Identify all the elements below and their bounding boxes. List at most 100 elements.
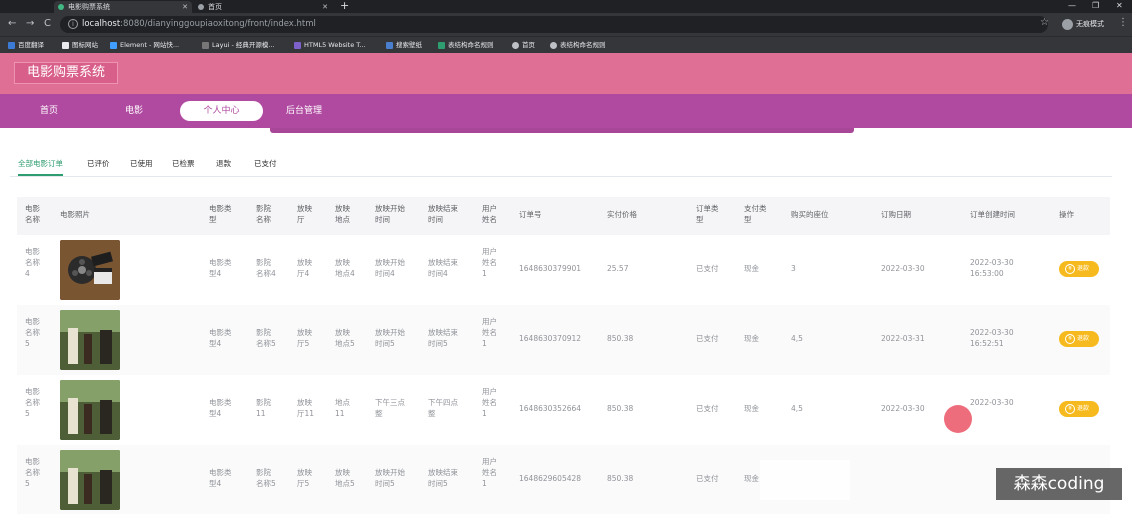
cell-price: 25.57 bbox=[607, 264, 629, 273]
cell-order-type: 已支付 bbox=[696, 404, 719, 413]
html5-icon bbox=[294, 42, 301, 49]
site-logo[interactable]: 电影购票系统 bbox=[14, 62, 119, 84]
nav-home[interactable]: 首页 bbox=[40, 94, 58, 128]
col-start: 放映开始 时间 bbox=[375, 204, 405, 224]
tab-checked[interactable]: 已检票 bbox=[172, 153, 195, 176]
col-price: 实付价格 bbox=[607, 210, 637, 219]
nav-movies[interactable]: 电影 bbox=[125, 94, 143, 128]
nav-admin[interactable]: 后台管理 bbox=[286, 94, 322, 128]
cell-hall: 放映 厅4 bbox=[297, 258, 312, 278]
cell-order-date: 2022-03-30 bbox=[881, 404, 925, 413]
refund-button[interactable]: ¥ 退款 bbox=[1059, 331, 1099, 347]
address-bar-row: ← → C i localhost:8080/dianyinggoupiaoxi… bbox=[0, 13, 1132, 36]
refund-icon: ¥ bbox=[1065, 404, 1075, 414]
sheet-icon bbox=[438, 42, 445, 49]
col-user: 用户 姓名 bbox=[482, 204, 497, 224]
cell-film-name: 电影 名称 5 bbox=[25, 317, 40, 348]
tab-paid[interactable]: 已支付 bbox=[254, 153, 277, 176]
profile-label: 无痕模式 bbox=[1076, 20, 1104, 28]
bookmark-item[interactable]: HTML5 Website T... bbox=[294, 37, 366, 54]
tab-reviewed[interactable]: 已评价 bbox=[87, 153, 110, 176]
bookmark-item[interactable]: 表结构命名规则 bbox=[550, 37, 606, 54]
col-hall: 放映 厅 bbox=[297, 204, 312, 224]
cell-film-type: 电影类 型4 bbox=[209, 258, 232, 278]
browser-tab-2[interactable]: 首页 ✕ bbox=[194, 1, 332, 13]
window-close-icon[interactable]: ✕ bbox=[1116, 0, 1123, 12]
col-film-type: 电影类 型 bbox=[209, 204, 232, 224]
incognito-profile[interactable]: 无痕模式 bbox=[1062, 18, 1104, 31]
cell-user: 用户 姓名 1 bbox=[482, 317, 497, 348]
cell-seat: 4,5 bbox=[791, 334, 803, 343]
bookmark-item[interactable]: Layui - 经典开源模... bbox=[202, 37, 275, 54]
film-photo[interactable] bbox=[60, 240, 120, 300]
incognito-icon bbox=[1062, 19, 1073, 30]
browser-tab-title: 首页 bbox=[208, 3, 222, 11]
browser-menu-icon[interactable]: ⋮ bbox=[1118, 17, 1128, 28]
minimize-icon[interactable]: — bbox=[1068, 0, 1076, 12]
back-icon[interactable]: ← bbox=[8, 18, 16, 30]
table-row[interactable]: 电影 名称 4 电影类 型4 影院 名称4 放映 厅4 放映 地点4 放映开始 … bbox=[17, 235, 1110, 305]
tab-used[interactable]: 已使用 bbox=[130, 153, 153, 176]
globe-icon bbox=[550, 42, 557, 49]
url-field[interactable]: i localhost:8080/dianyinggoupiaoxitong/f… bbox=[60, 16, 1048, 33]
cell-film-type: 电影类 型4 bbox=[209, 398, 232, 418]
col-created: 订单创建时间 bbox=[970, 210, 1015, 219]
cell-place: 放映 地点5 bbox=[335, 328, 355, 348]
cell-cinema: 影院 名称5 bbox=[256, 468, 276, 488]
close-icon[interactable]: ✕ bbox=[322, 1, 328, 13]
col-place: 放映 地点 bbox=[335, 204, 350, 224]
bookmark-item[interactable]: 表结构命名规则 bbox=[438, 37, 494, 54]
cell-start: 下午三点 整 bbox=[375, 398, 405, 418]
restore-icon[interactable]: ❐ bbox=[1092, 0, 1099, 12]
url-text: localhost:8080/dianyinggoupiaoxitong/fro… bbox=[82, 19, 316, 29]
bookmark-item[interactable]: 首页 bbox=[512, 37, 535, 54]
film-photo[interactable] bbox=[60, 380, 120, 440]
cell-user: 用户 姓名 1 bbox=[482, 387, 497, 418]
bookmark-item[interactable]: 百度翻译 bbox=[8, 37, 44, 54]
film-photo[interactable] bbox=[60, 310, 120, 370]
nav-personal-center[interactable]: 个人中心 bbox=[180, 101, 263, 121]
film-photo[interactable] bbox=[60, 450, 120, 510]
bookmarks-bar: 百度翻译 图标网站 Element - 网站快... Layui - 经典开源模… bbox=[0, 36, 1132, 53]
cell-pay-type: 现金 bbox=[744, 404, 759, 413]
close-icon[interactable]: ✕ bbox=[182, 1, 188, 13]
col-film-photo: 电影照片 bbox=[60, 210, 90, 219]
tab-all-orders[interactable]: 全部电影订单 bbox=[18, 153, 63, 176]
cell-end: 放映结束 时间5 bbox=[428, 468, 458, 488]
bookmark-item[interactable]: 搜索壁纸 bbox=[386, 37, 422, 54]
col-pay-type: 支付类 型 bbox=[744, 204, 767, 224]
video-watermark: 森森coding bbox=[996, 468, 1122, 500]
table-row[interactable]: 电影 名称 5 电影类 型4 影院 名称5 放映 厅5 放映 地点5 放映开始 … bbox=[17, 445, 1110, 514]
cell-created: 2022-03-30 16:53:00 bbox=[970, 258, 1014, 278]
table-row[interactable]: 电影 名称 5 电影类 型4 影院 名称5 放映 厅5 放映 地点5 放映开始 … bbox=[17, 305, 1110, 375]
cell-order-no: 1648630379901 bbox=[519, 264, 582, 273]
vue-icon bbox=[58, 4, 64, 10]
reload-icon[interactable]: C bbox=[44, 18, 51, 30]
info-icon[interactable]: i bbox=[68, 19, 78, 29]
cell-order-no: 1648630370912 bbox=[519, 334, 582, 343]
browser-tab-1[interactable]: 电影购票系统 ✕ bbox=[54, 1, 192, 13]
globe-icon bbox=[512, 42, 519, 49]
cell-price: 850.38 bbox=[607, 474, 634, 483]
bookmark-star-icon[interactable]: ☆ bbox=[1040, 17, 1049, 28]
tab-refund[interactable]: 退款 bbox=[216, 153, 231, 176]
cell-start: 放映开始 时间5 bbox=[375, 468, 405, 488]
order-tabs: 全部电影订单 已评价 已使用 已检票 退款 已支付 bbox=[10, 153, 1112, 177]
translate-icon bbox=[8, 42, 15, 49]
cell-order-type: 已支付 bbox=[696, 334, 719, 343]
cell-hall: 放映 厅11 bbox=[297, 398, 315, 418]
bookmark-item[interactable]: Element - 网站快... bbox=[110, 37, 179, 54]
bookmark-item[interactable]: 图标网站 bbox=[62, 37, 98, 54]
refund-button[interactable]: ¥ 退款 bbox=[1059, 401, 1099, 417]
new-tab-icon[interactable]: + bbox=[340, 0, 349, 12]
browser-tab-bar: 电影购票系统 ✕ 首页 ✕ + — ❐ ✕ bbox=[0, 0, 1132, 13]
cell-seat: 3 bbox=[791, 264, 796, 273]
cell-price: 850.38 bbox=[607, 404, 634, 413]
cell-pay-type: 现金 bbox=[744, 474, 759, 483]
cell-cinema: 影院 11 bbox=[256, 398, 271, 418]
cell-end: 放映结束 时间5 bbox=[428, 328, 458, 348]
refund-button[interactable]: ¥ 退款 bbox=[1059, 261, 1099, 277]
col-seat: 购买的座位 bbox=[791, 210, 829, 219]
forward-icon[interactable]: → bbox=[26, 18, 34, 30]
col-film-name: 电影 名称 bbox=[25, 204, 40, 224]
